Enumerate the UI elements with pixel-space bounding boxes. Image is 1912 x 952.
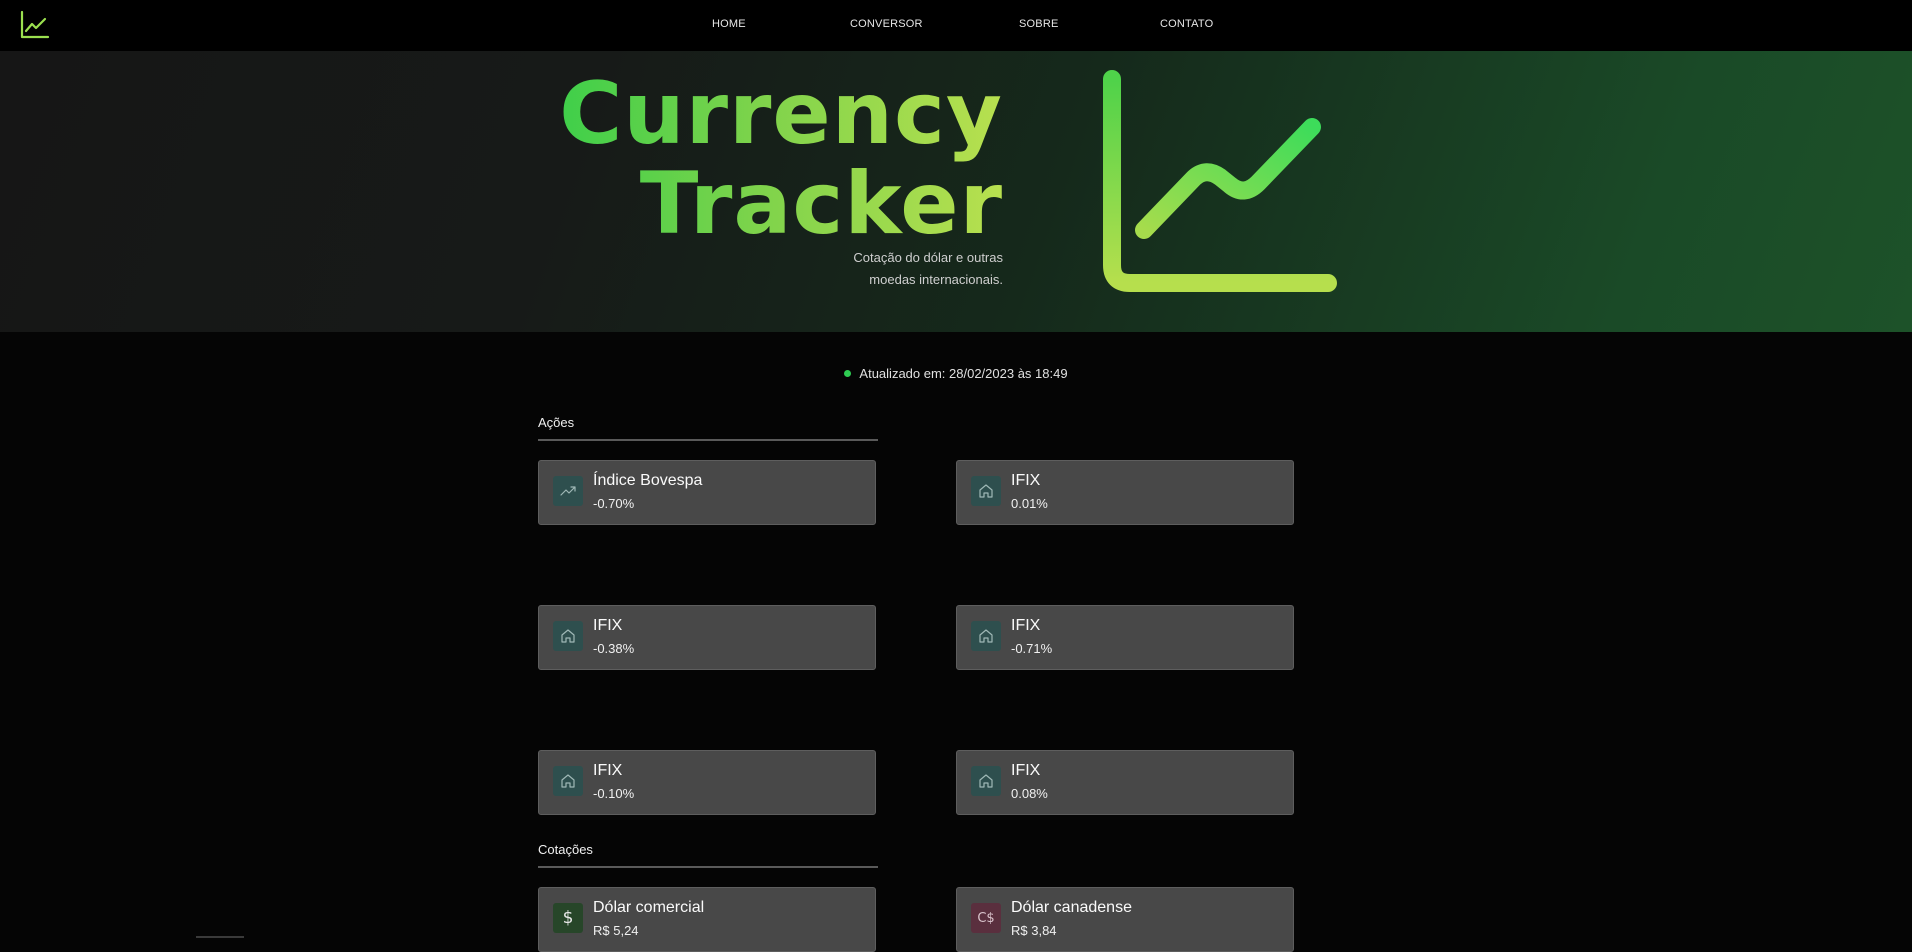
card-value: -0.70% bbox=[593, 496, 635, 511]
stock-card-ifix[interactable]: IFIX -0.38% bbox=[538, 605, 876, 670]
card-value: 0.08% bbox=[1011, 786, 1048, 801]
nav-conversor-link[interactable]: CONVERSOR bbox=[850, 18, 923, 30]
currency-card-dolar-comercial[interactable]: $ Dólar comercial R$ 5,24 bbox=[538, 887, 876, 952]
section-divider bbox=[538, 866, 878, 868]
card-name: Índice Bovespa bbox=[593, 472, 703, 489]
nav-contato-link[interactable]: CONTATO bbox=[1160, 18, 1213, 30]
hero-title-line2: Tracker bbox=[639, 154, 1003, 254]
hero-subtitle: Cotação do dólar e outras moedas interna… bbox=[783, 247, 1003, 291]
section-divider bbox=[538, 439, 878, 441]
hero-banner: Currency Tracker Cotação do dólar e outr… bbox=[0, 51, 1912, 332]
stock-card-ifix[interactable]: IFIX -0.71% bbox=[956, 605, 1294, 670]
card-name: Dólar canadense bbox=[1011, 899, 1132, 916]
last-updated-status: Atualizado em: 28/02/2023 às 18:49 bbox=[0, 366, 1912, 381]
nav-sobre-link[interactable]: SOBRE bbox=[1019, 18, 1059, 30]
card-value: 0.01% bbox=[1011, 496, 1048, 511]
hero-chart-icon bbox=[1103, 70, 1337, 292]
card-value: R$ 5,24 bbox=[593, 923, 639, 938]
stock-card-bovespa[interactable]: Índice Bovespa -0.70% bbox=[538, 460, 876, 525]
house-icon bbox=[971, 476, 1001, 506]
stock-card-ifix[interactable]: IFIX 0.01% bbox=[956, 460, 1294, 525]
hero-subtitle-line1: Cotação do dólar e outras bbox=[853, 250, 1003, 265]
card-value: -0.71% bbox=[1011, 641, 1053, 656]
top-navbar: HOME CONVERSOR SOBRE CONTATO bbox=[0, 0, 1912, 51]
last-updated-text: Atualizado em: 28/02/2023 às 18:49 bbox=[859, 366, 1068, 381]
card-name: IFIX bbox=[1011, 762, 1041, 779]
trending-up-icon bbox=[553, 476, 583, 506]
stock-card-ifix[interactable]: IFIX -0.10% bbox=[538, 750, 876, 815]
status-dot-icon bbox=[844, 370, 852, 378]
currency-card-dolar-canadense[interactable]: C$ Dólar canadense R$ 3,84 bbox=[956, 887, 1294, 952]
section-title-acoes: Ações bbox=[538, 415, 575, 430]
card-value: -0.38% bbox=[593, 641, 635, 656]
card-name: IFIX bbox=[1011, 617, 1041, 634]
nav-home-link[interactable]: HOME bbox=[712, 18, 746, 30]
card-name: IFIX bbox=[593, 617, 623, 634]
house-icon bbox=[971, 621, 1001, 651]
card-value: -0.10% bbox=[593, 786, 635, 801]
card-name: Dólar comercial bbox=[593, 899, 705, 916]
hero-subtitle-line2: moedas internacionais. bbox=[869, 272, 1003, 287]
card-value: R$ 3,84 bbox=[1011, 923, 1057, 938]
chart-logo-icon[interactable] bbox=[20, 10, 50, 40]
hero-title-line1: Currency bbox=[559, 64, 1003, 164]
canadian-dollar-icon: C$ bbox=[971, 903, 1001, 933]
card-name: IFIX bbox=[1011, 472, 1041, 489]
section-title-cotacoes: Cotações bbox=[538, 842, 593, 857]
card-name: IFIX bbox=[593, 762, 623, 779]
house-icon bbox=[553, 766, 583, 796]
dollar-icon: $ bbox=[553, 903, 583, 933]
house-icon bbox=[971, 766, 1001, 796]
stock-card-ifix[interactable]: IFIX 0.08% bbox=[956, 750, 1294, 815]
house-icon bbox=[553, 621, 583, 651]
hero-title: Currency Tracker bbox=[559, 69, 1003, 249]
